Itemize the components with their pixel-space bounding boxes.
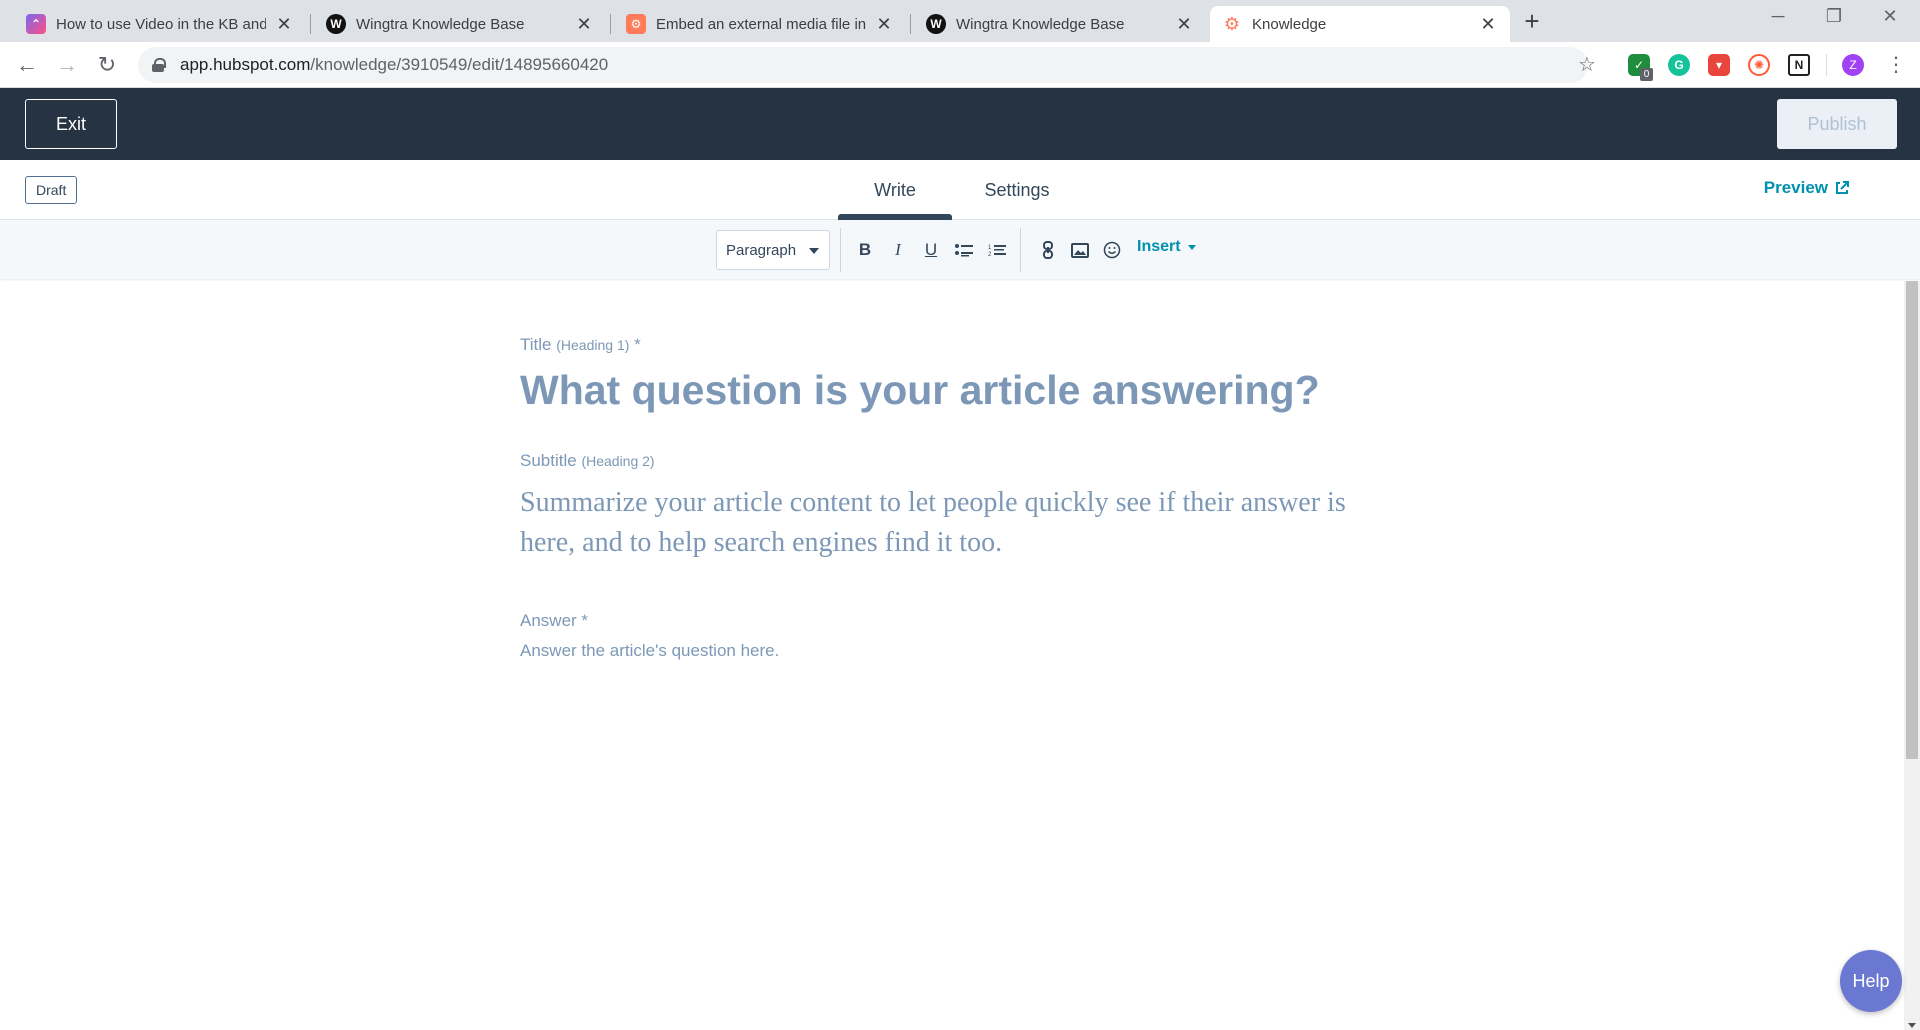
subtitle-field-label: Subtitle (Heading 2): [520, 451, 655, 471]
paragraph-style-label: Paragraph: [726, 241, 797, 259]
required-marker: *: [634, 335, 641, 354]
close-icon[interactable]: ✕: [574, 14, 594, 35]
grammarly-icon[interactable]: G: [1668, 54, 1690, 76]
new-tab-button[interactable]: +: [1518, 8, 1546, 36]
rich-text-toolbar: Paragraph B I U 12 Insert: [0, 220, 1920, 280]
clickup-icon: ⌃: [26, 14, 46, 34]
notion-icon[interactable]: N: [1788, 54, 1810, 76]
back-icon[interactable]: ←: [13, 51, 41, 79]
hubspot-icon: ⚙: [626, 14, 646, 34]
browser-tab-bar: ⌃ How to use Video in the KB and I ✕ W W…: [0, 0, 1920, 42]
subtitle-input[interactable]: Summarize your article content to let pe…: [520, 483, 1400, 563]
toolbar-divider: [1020, 228, 1021, 272]
extension-badge: 0: [1640, 68, 1653, 81]
browser-tab[interactable]: ⚙ Embed an external media file in y ✕: [614, 6, 906, 42]
bookmark-star-icon[interactable]: ☆: [1573, 51, 1601, 79]
lock-icon: [152, 58, 166, 72]
article-editor: Title (Heading 1) * What question is you…: [0, 281, 1904, 1030]
subtitle-label-text: Subtitle: [520, 451, 577, 470]
answer-input[interactable]: Answer the article's question here.: [520, 641, 779, 661]
publish-button[interactable]: Publish: [1777, 99, 1897, 149]
title-label-text: Title: [520, 335, 552, 354]
close-icon[interactable]: ✕: [274, 14, 294, 35]
wingtra-icon: W: [326, 14, 346, 34]
close-icon[interactable]: ✕: [1174, 14, 1194, 35]
menu-kebab-icon[interactable]: ⋮: [1882, 51, 1910, 79]
insert-label: Insert: [1137, 238, 1181, 255]
title-field-label: Title (Heading 1) *: [520, 335, 641, 355]
link-icon[interactable]: [1035, 237, 1061, 263]
exit-button[interactable]: Exit: [25, 99, 117, 149]
tab-write[interactable]: Write: [838, 160, 952, 220]
minimize-icon[interactable]: ─: [1758, 6, 1798, 27]
required-marker: *: [581, 611, 589, 630]
address-bar[interactable]: app.hubspot.com/knowledge/3910549/edit/1…: [138, 47, 1588, 83]
answer-label-text: Answer: [520, 611, 577, 630]
numbered-list-icon[interactable]: 12: [984, 237, 1010, 263]
insert-menu-button[interactable]: Insert: [1137, 238, 1196, 256]
preview-label: Preview: [1763, 178, 1828, 197]
preview-link[interactable]: Preview: [1764, 178, 1850, 198]
external-link-icon: [1836, 181, 1849, 194]
emoji-icon[interactable]: [1099, 237, 1125, 263]
svg-text:2: 2: [988, 252, 992, 257]
close-icon[interactable]: ✕: [874, 14, 894, 35]
browser-tab-active[interactable]: ⚙ Knowledge ✕: [1210, 6, 1510, 42]
editor-subheader: Draft Write Settings Preview: [0, 160, 1920, 220]
tab-divider: [610, 14, 611, 34]
browser-tab[interactable]: W Wingtra Knowledge Base ✕: [914, 6, 1206, 42]
paragraph-style-select[interactable]: Paragraph: [716, 230, 830, 270]
subtitle-label-hint: (Heading 2): [581, 453, 655, 469]
browser-tab[interactable]: W Wingtra Knowledge Base ✕: [314, 6, 606, 42]
pocket-icon[interactable]: ▾: [1708, 54, 1730, 76]
forward-icon[interactable]: →: [53, 51, 81, 79]
help-button[interactable]: Help: [1840, 950, 1902, 1012]
extension-swirl-icon[interactable]: ✺: [1748, 54, 1770, 76]
toolbar-divider: [1826, 54, 1827, 76]
restore-icon[interactable]: ❐: [1814, 6, 1854, 27]
bulleted-list-icon[interactable]: [951, 237, 977, 263]
wingtra-icon: W: [926, 14, 946, 34]
hubspot-icon: ⚙: [1223, 13, 1241, 34]
svg-text:1: 1: [988, 245, 992, 251]
scrollbar-thumb[interactable]: [1906, 281, 1918, 759]
toolbar-divider: [840, 228, 841, 272]
title-input[interactable]: What question is your article answering?: [520, 367, 1320, 414]
status-badge: Draft: [25, 176, 78, 204]
profile-avatar[interactable]: Z: [1842, 54, 1864, 76]
tab-divider: [910, 14, 911, 34]
italic-icon[interactable]: I: [885, 237, 911, 263]
page-scrollbar[interactable]: [1904, 281, 1920, 1030]
tab-divider: [310, 14, 311, 34]
image-icon[interactable]: [1067, 237, 1093, 263]
close-icon[interactable]: ✕: [1478, 14, 1498, 35]
close-window-icon[interactable]: ✕: [1870, 6, 1910, 27]
editor-header: Exit Publish: [0, 88, 1920, 160]
title-label-hint: (Heading 1): [556, 337, 630, 353]
answer-field-label: Answer *: [520, 611, 588, 631]
reload-icon[interactable]: ↻: [93, 51, 121, 79]
chevron-down-icon: [1187, 244, 1196, 250]
tab-settings[interactable]: Settings: [962, 160, 1072, 220]
underline-icon[interactable]: U: [918, 237, 944, 263]
browser-tab[interactable]: ⌃ How to use Video in the KB and I ✕: [14, 6, 306, 42]
chevron-down-icon: [809, 248, 819, 254]
scroll-down-icon[interactable]: [1908, 1023, 1916, 1028]
bold-icon[interactable]: B: [852, 237, 878, 263]
browser-toolbar: ← → ↻ app.hubspot.com/knowledge/3910549/…: [0, 42, 1920, 88]
